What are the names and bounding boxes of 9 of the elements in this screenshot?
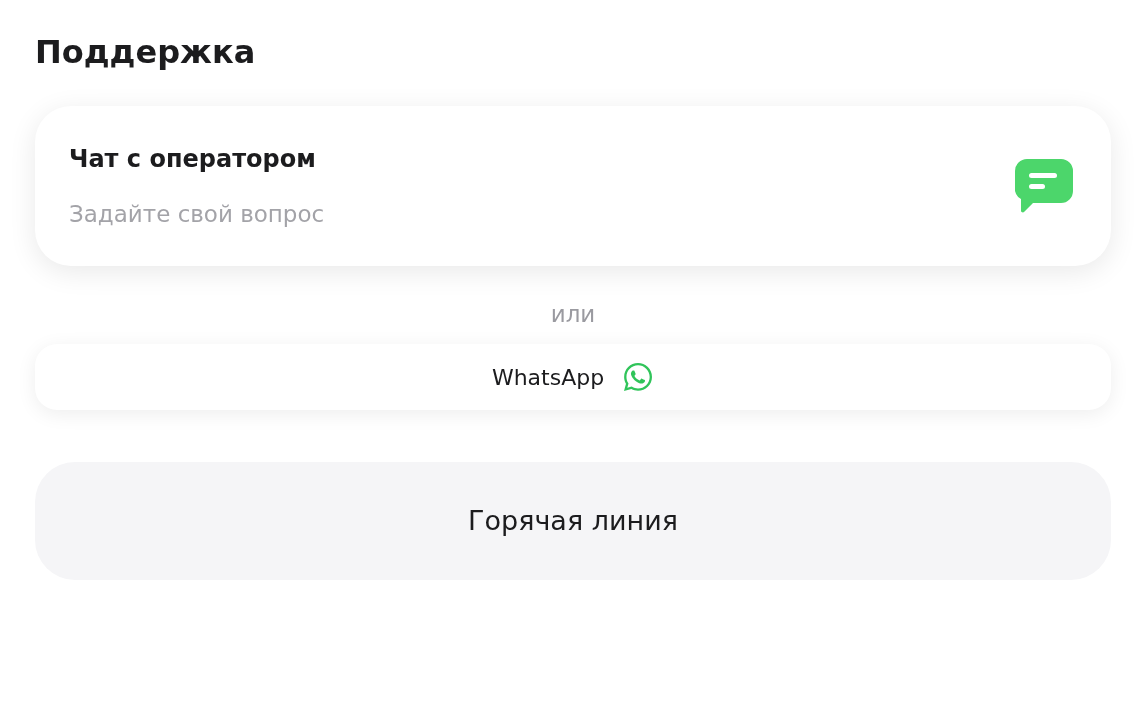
- chat-subtitle: Задайте свой вопрос: [69, 199, 325, 229]
- chat-title: Чат с оператором: [69, 143, 316, 175]
- page-title: Поддержка: [35, 32, 256, 73]
- whatsapp-button[interactable]: WhatsApp: [35, 344, 1111, 410]
- separator-text: или: [550, 300, 596, 329]
- whatsapp-icon: [622, 361, 655, 393]
- chat-card[interactable]: Чат с оператором Задайте свой вопрос: [35, 106, 1111, 266]
- chat-bubble-icon: [1015, 159, 1073, 213]
- hotline-button[interactable]: Горячая линия: [35, 462, 1111, 580]
